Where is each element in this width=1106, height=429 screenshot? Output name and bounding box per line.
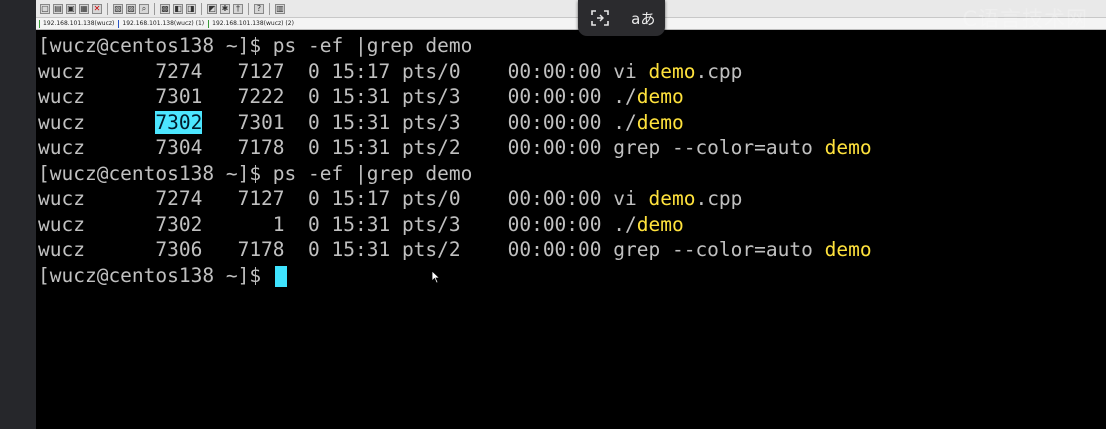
tab-status-icon [118, 19, 120, 28]
crop-icon [590, 10, 609, 26]
key-icon[interactable]: † [233, 3, 243, 14]
disconnect-icon[interactable]: ✕ [92, 3, 102, 14]
terminal-line: wucz 7274 7127 0 15:17 pts/0 00:00:00 vi… [38, 187, 743, 210]
tab-status-icon [39, 19, 40, 28]
toolbar-separator [107, 2, 108, 15]
layout-icon[interactable]: ▥ [275, 3, 285, 14]
selected-pid[interactable]: 7302 [155, 110, 203, 134]
terminal-line: wucz 7306 7178 0 15:31 pts/2 00:00:00 gr… [38, 238, 872, 261]
terminal-line: wucz 7302 7301 0 15:31 pts/3 00:00:00 ./… [38, 110, 684, 134]
find-icon[interactable]: ⌕ [139, 3, 149, 14]
open-folder-icon[interactable]: ▤ [53, 3, 63, 14]
script-icon[interactable]: ✱ [220, 3, 230, 14]
toolbar-separator [269, 2, 270, 15]
terminal-line: wucz 7304 7178 0 15:31 pts/2 00:00:00 gr… [38, 136, 872, 159]
tools-icon[interactable]: ◧ [173, 3, 183, 14]
terminal-window: ▢ ▤ ▣ ▦ ✕ ▧ ▨ ⌕ ▩ ◧ ◨ ◩ ✱ † ? ▥ 192.168.… [36, 0, 1106, 429]
terminal-line-prompt: [wucz@centos138 ~]$ ps -ef |grep demo [38, 161, 473, 185]
toolbar: ▢ ▤ ▣ ▦ ✕ ▧ ▨ ⌕ ▩ ◧ ◨ ◩ ✱ † ? ▥ [36, 0, 1106, 18]
print-icon[interactable]: ▦ [79, 3, 89, 14]
session-tab-2[interactable]: 192.168.101.138(wucz) (1) [118, 19, 204, 28]
terminal-output[interactable]: [wucz@centos138 ~]$ ps -ef |grep demo wu… [38, 33, 1098, 288]
new-session-icon[interactable]: ▢ [40, 3, 50, 14]
help-icon[interactable]: ? [254, 3, 264, 14]
terminal-line: wucz 7274 7127 0 15:17 pts/0 00:00:00 vi… [38, 59, 743, 83]
terminal-line-prompt: [wucz@centos138 ~]$ ps -ef |grep demo [38, 34, 473, 57]
terminal-line: wucz 7301 7222 0 15:31 pts/3 00:00:00 ./… [38, 85, 684, 108]
settings-icon[interactable]: ▩ [160, 3, 170, 14]
toolbar-separator [201, 2, 202, 15]
paste-icon[interactable]: ▨ [126, 3, 136, 14]
tab-status-icon [208, 19, 210, 28]
session-tabs: 192.168.101.138(wucz) 192.168.101.138(wu… [36, 18, 1106, 30]
floating-capture-toolbar: aあ [578, 0, 665, 36]
mouse-pointer-icon [431, 270, 441, 284]
copy-icon[interactable]: ▧ [113, 3, 123, 14]
terminal-line-prompt: [wucz@centos138 ~]$ [38, 263, 1098, 289]
save-icon[interactable]: ▣ [66, 3, 76, 14]
print-setup-icon[interactable]: ◨ [186, 3, 196, 14]
terminal-cursor [274, 265, 287, 287]
toolbar-separator [154, 2, 155, 15]
options-icon[interactable]: ◩ [207, 3, 217, 14]
toolbar-separator [248, 2, 249, 15]
translate-button[interactable]: aあ [625, 3, 661, 33]
watermark: C语言技术网 [962, 7, 1088, 31]
session-tab-3[interactable]: 192.168.101.138(wucz) (2) [208, 19, 294, 28]
screenshot-capture-button[interactable] [582, 3, 618, 33]
terminal-line: wucz 7302 1 0 15:31 pts/3 00:00:00 ./dem… [38, 212, 684, 236]
left-side-panel [0, 0, 37, 429]
session-tab-1[interactable]: 192.168.101.138(wucz) [39, 19, 114, 28]
